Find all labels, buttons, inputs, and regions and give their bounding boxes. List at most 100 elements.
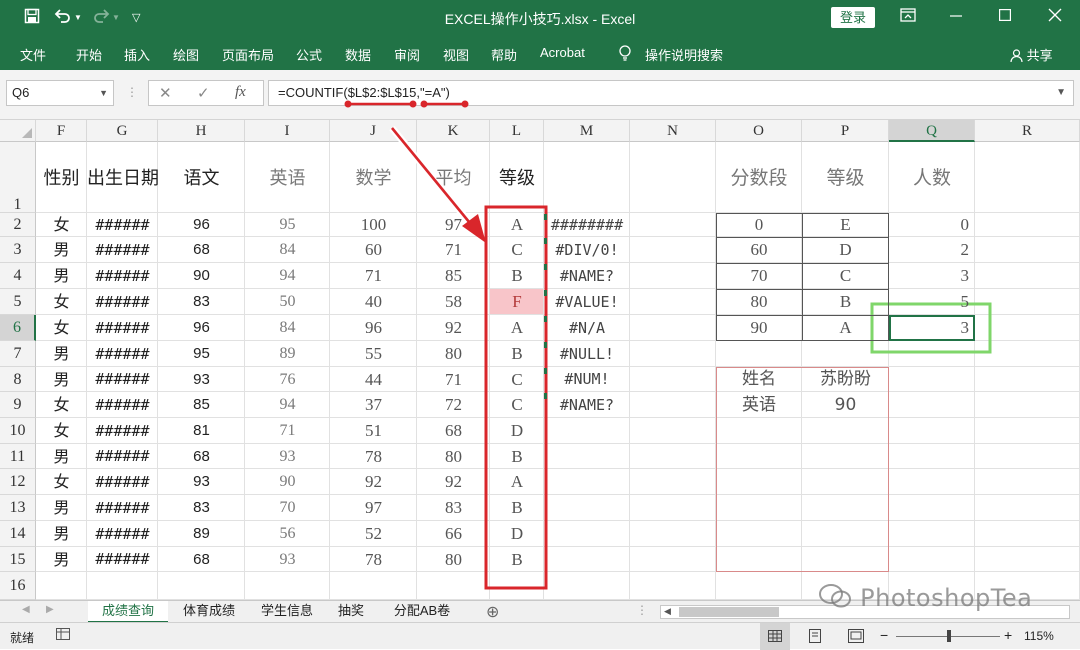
cell-n5[interactable] bbox=[630, 289, 716, 315]
cell-r6[interactable] bbox=[975, 315, 1080, 341]
row-header-5[interactable]: 5 bbox=[0, 289, 36, 315]
scroll-right-icon[interactable]: ▶ bbox=[46, 604, 54, 615]
cell-o7[interactable] bbox=[716, 341, 802, 367]
tab-insert[interactable]: 插入 bbox=[124, 45, 150, 64]
cell-g16[interactable] bbox=[87, 572, 158, 600]
zoom-level[interactable]: 115% bbox=[1024, 629, 1054, 643]
cell-j16[interactable] bbox=[330, 572, 417, 600]
cell-q8[interactable] bbox=[889, 367, 975, 392]
tab-data[interactable]: 数据 bbox=[345, 45, 371, 64]
cell-n16[interactable] bbox=[630, 572, 716, 600]
tab-review[interactable]: 审阅 bbox=[394, 45, 420, 64]
row-header-8[interactable]: 8 bbox=[0, 367, 36, 392]
row-header-9[interactable]: 9 bbox=[0, 392, 36, 418]
tab-draw[interactable]: 绘图 bbox=[173, 45, 199, 64]
tab-home[interactable]: 开始 bbox=[76, 45, 102, 64]
cell-h16[interactable] bbox=[158, 572, 245, 600]
sheet-tab-scores[interactable]: 成绩查询 bbox=[88, 601, 168, 623]
cell-r1[interactable] bbox=[975, 142, 1080, 213]
cell-n10[interactable] bbox=[630, 418, 716, 444]
cell-n15[interactable] bbox=[630, 547, 716, 572]
column-header-r[interactable]: R bbox=[975, 120, 1080, 142]
row-header-7[interactable]: 7 bbox=[0, 341, 36, 367]
tab-help[interactable]: 帮助 bbox=[491, 45, 517, 64]
tab-formulas[interactable]: 公式 bbox=[296, 45, 322, 64]
cell-n6[interactable] bbox=[630, 315, 716, 341]
sheet-tab-lottery[interactable]: 抽奖 bbox=[328, 601, 374, 623]
cell-n1[interactable] bbox=[630, 142, 716, 213]
row-header-13[interactable]: 13 bbox=[0, 495, 36, 521]
cell-q14[interactable] bbox=[889, 521, 975, 547]
cell-q7[interactable] bbox=[889, 341, 975, 367]
worksheet-grid[interactable]: F G H I J K L M N O P Q R 1 2 3 4 5 6 7 8 9 10 11 12 13 14 15 16 性别 出生… bbox=[0, 120, 1080, 600]
cell-r14[interactable] bbox=[975, 521, 1080, 547]
cell-n11[interactable] bbox=[630, 444, 716, 469]
cell-k16[interactable] bbox=[417, 572, 490, 600]
macro-record-icon[interactable] bbox=[56, 628, 70, 643]
cell-n12[interactable] bbox=[630, 469, 716, 495]
cell-f16[interactable] bbox=[36, 572, 87, 600]
row-header-12[interactable]: 12 bbox=[0, 469, 36, 495]
select-all-corner[interactable] bbox=[0, 120, 36, 142]
row-header-4[interactable]: 4 bbox=[0, 263, 36, 289]
column-header-g[interactable]: G bbox=[87, 120, 158, 142]
row-header-15[interactable]: 15 bbox=[0, 547, 36, 572]
row-header-11[interactable]: 11 bbox=[0, 444, 36, 469]
column-header-q[interactable]: Q bbox=[889, 120, 975, 142]
cell-m1[interactable] bbox=[544, 142, 630, 213]
selected-cell-q6[interactable] bbox=[889, 315, 975, 341]
split-handle-icon[interactable]: ⋮ bbox=[636, 603, 648, 617]
add-sheet-icon[interactable]: ⊕ bbox=[486, 602, 499, 622]
cell-q12[interactable] bbox=[889, 469, 975, 495]
column-header-n[interactable]: N bbox=[630, 120, 716, 142]
row-header-14[interactable]: 14 bbox=[0, 521, 36, 547]
row-header-16[interactable]: 16 bbox=[0, 572, 36, 600]
cell-r4[interactable] bbox=[975, 263, 1080, 289]
cell-r15[interactable] bbox=[975, 547, 1080, 572]
zoom-out-icon[interactable]: − bbox=[880, 627, 888, 643]
column-header-f[interactable]: F bbox=[36, 120, 87, 142]
zoom-in-icon[interactable]: + bbox=[1004, 627, 1012, 643]
row-header-10[interactable]: 10 bbox=[0, 418, 36, 444]
cell-n9[interactable] bbox=[630, 392, 716, 418]
sheet-tab-pe[interactable]: 体育成绩 bbox=[172, 601, 246, 623]
close-icon[interactable] bbox=[1048, 8, 1062, 28]
cell-n3[interactable] bbox=[630, 237, 716, 263]
column-header-k[interactable]: K bbox=[417, 120, 490, 142]
cell-r13[interactable] bbox=[975, 495, 1080, 521]
share-button[interactable]: 共享 bbox=[1010, 45, 1053, 65]
minimize-icon[interactable] bbox=[950, 8, 962, 28]
page-break-view-icon[interactable] bbox=[848, 629, 864, 646]
cell-n2[interactable] bbox=[630, 213, 716, 237]
row-header-6[interactable]: 6 bbox=[0, 315, 36, 341]
maximize-icon[interactable] bbox=[999, 8, 1012, 28]
cell-n8[interactable] bbox=[630, 367, 716, 392]
column-header-h[interactable]: H bbox=[158, 120, 245, 142]
scrollbar-thumb[interactable] bbox=[679, 607, 779, 617]
cell-r10[interactable] bbox=[975, 418, 1080, 444]
page-layout-view-icon[interactable] bbox=[808, 629, 822, 646]
cell-n4[interactable] bbox=[630, 263, 716, 289]
cell-q10[interactable] bbox=[889, 418, 975, 444]
cell-r12[interactable] bbox=[975, 469, 1080, 495]
normal-view-icon[interactable] bbox=[760, 623, 790, 650]
cell-q9[interactable] bbox=[889, 392, 975, 418]
row-header-3[interactable]: 3 bbox=[0, 237, 36, 263]
cell-n14[interactable] bbox=[630, 521, 716, 547]
tab-page-layout[interactable]: 页面布局 bbox=[222, 45, 274, 64]
cell-q11[interactable] bbox=[889, 444, 975, 469]
column-header-m[interactable]: M bbox=[544, 120, 630, 142]
column-header-p[interactable]: P bbox=[802, 120, 889, 142]
scroll-left-icon[interactable]: ◀ bbox=[22, 604, 30, 615]
cell-m16[interactable] bbox=[544, 572, 630, 600]
cell-i16[interactable] bbox=[245, 572, 330, 600]
tab-acrobat[interactable]: Acrobat bbox=[540, 45, 585, 60]
sheet-tab-students[interactable]: 学生信息 bbox=[250, 601, 324, 623]
cell-r11[interactable] bbox=[975, 444, 1080, 469]
column-header-j[interactable]: J bbox=[330, 120, 417, 142]
cell-r5[interactable] bbox=[975, 289, 1080, 315]
ribbon-display-icon[interactable] bbox=[900, 8, 916, 28]
cell-r3[interactable] bbox=[975, 237, 1080, 263]
cell-q13[interactable] bbox=[889, 495, 975, 521]
cell-q15[interactable] bbox=[889, 547, 975, 572]
